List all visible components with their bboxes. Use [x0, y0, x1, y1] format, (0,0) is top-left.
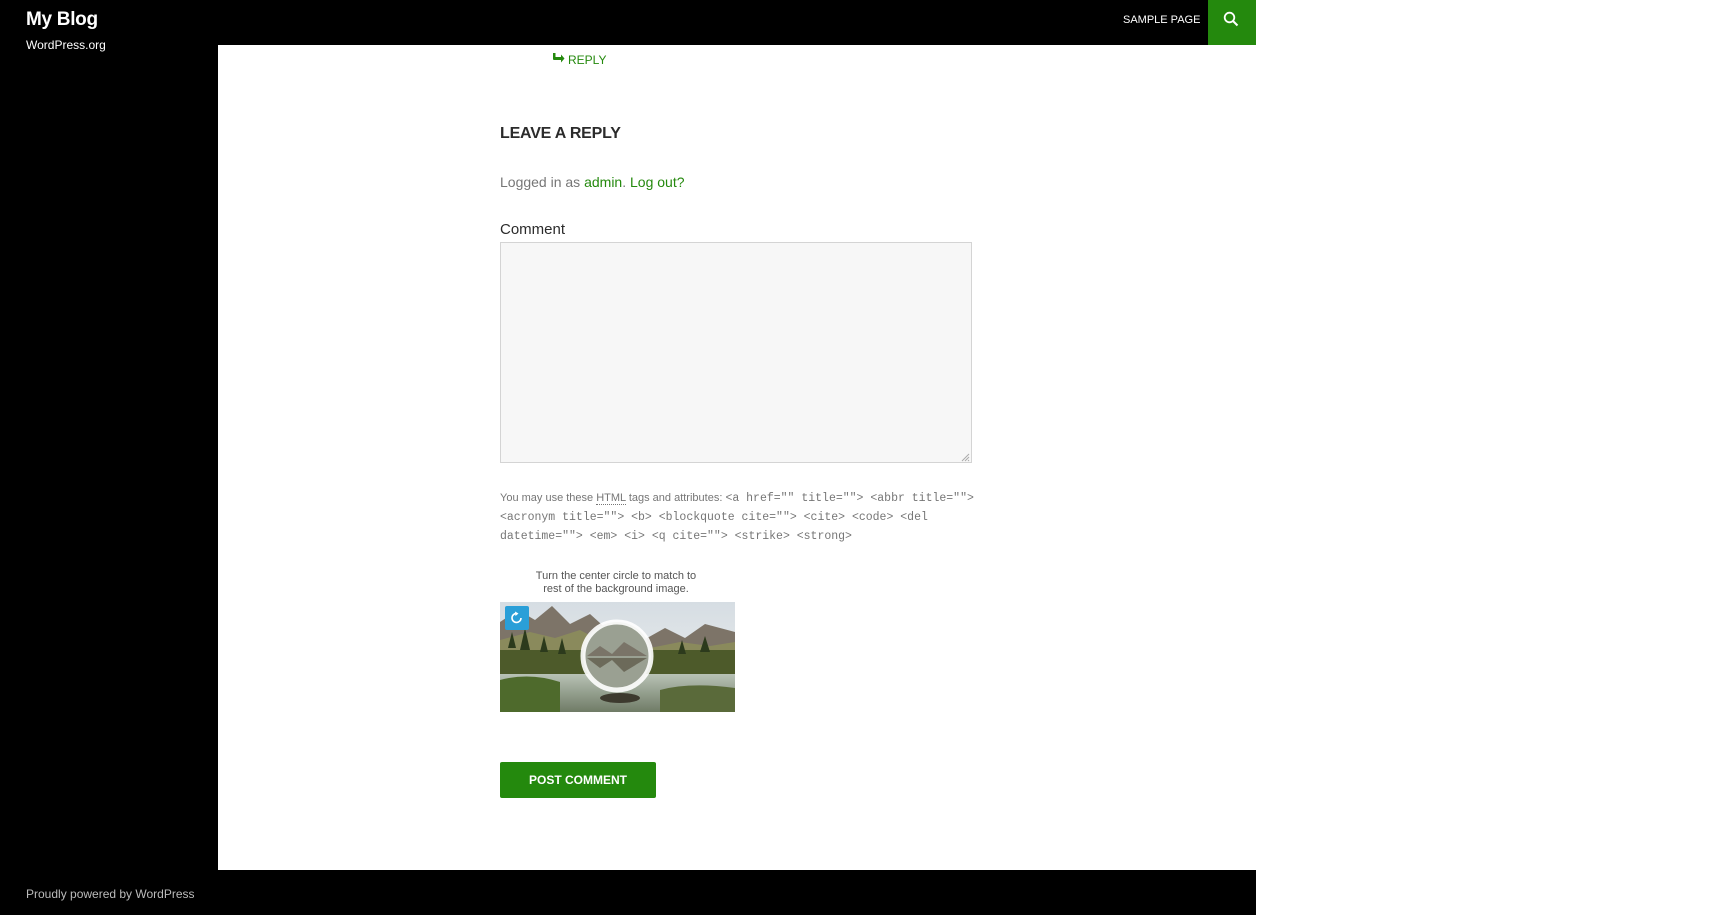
page-background: [1256, 0, 1712, 915]
nav-item-sample-page[interactable]: SAMPLE PAGE: [1123, 14, 1200, 26]
allowed-tags-note: You may use these HTML tags and attribut…: [500, 489, 980, 546]
site-description: WordPress.org: [26, 38, 106, 52]
sidebar: WordPress.org: [0, 38, 218, 870]
site-title[interactable]: My Blog: [26, 9, 98, 31]
allowed-tags-suffix: tags and attributes:: [625, 492, 726, 504]
html-abbr: HTML: [596, 492, 626, 505]
comment-label: Comment: [500, 221, 566, 238]
logged-in-separator: .: [622, 174, 630, 190]
logout-link[interactable]: Log out?: [630, 174, 685, 190]
search-toggle[interactable]: [1208, 0, 1256, 45]
reply-link[interactable]: REPLY: [551, 53, 606, 67]
captcha-rotate-image[interactable]: [500, 602, 735, 712]
captcha-instruction: Turn the center circle to match to rest …: [535, 570, 697, 595]
reply-label: REPLY: [568, 53, 607, 67]
powered-by-link[interactable]: Proudly powered by WordPress: [26, 887, 195, 901]
refresh-icon: [511, 611, 522, 624]
comment-textarea[interactable]: [500, 242, 972, 463]
allowed-tags-prefix: You may use these: [500, 492, 597, 504]
logged-in-as: Logged in as admin. Log out?: [500, 174, 685, 190]
post-comment-button[interactable]: POST COMMENT: [500, 762, 656, 798]
user-profile-link[interactable]: admin: [584, 174, 622, 190]
captcha-refresh-button[interactable]: [505, 606, 529, 630]
site-footer: Proudly powered by WordPress: [0, 870, 1256, 915]
logged-in-prefix: Logged in as: [500, 174, 585, 190]
site-header: My Blog SAMPLE PAGE: [0, 0, 1256, 45]
reply-arrow-icon: [553, 53, 565, 63]
search-icon: [1223, 11, 1239, 27]
resize-grip-icon[interactable]: [960, 452, 970, 462]
reply-title: LEAVE A REPLY: [500, 125, 621, 142]
